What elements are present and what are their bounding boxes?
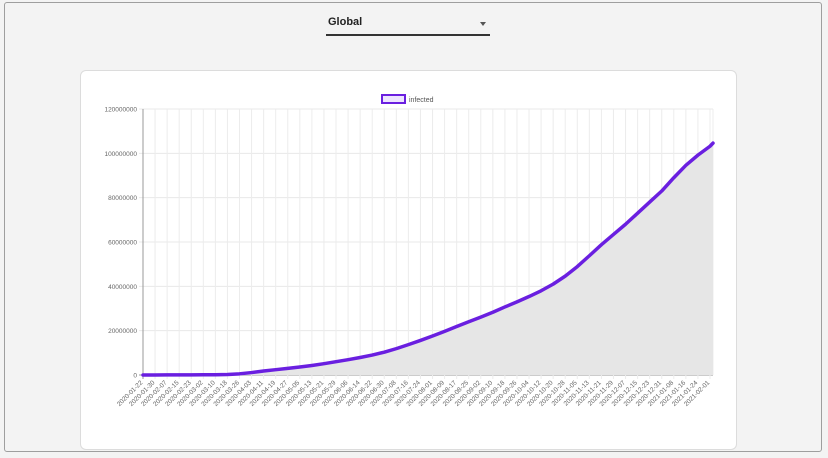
region-select[interactable]: Global (326, 14, 490, 36)
y-tick-label: 120000000 (104, 107, 137, 114)
y-tick-label: 60000000 (108, 240, 137, 247)
infection-chart: 0 20000000 40000000 60000000 80000000 1000000… (104, 94, 715, 408)
region-select-value: Global (328, 16, 363, 28)
chart-card: 0 20000000 40000000 60000000 80000000 1000000… (80, 70, 737, 450)
infected-area (143, 143, 713, 375)
legend-swatch-infected (381, 94, 406, 104)
y-tick-label: 0 (133, 373, 137, 380)
y-tick-label: 20000000 (108, 328, 137, 335)
chart-legend: infected (381, 94, 434, 104)
chevron-down-icon (480, 22, 486, 26)
legend-label-infected: infected (409, 97, 434, 104)
y-tick-label: 40000000 (108, 284, 137, 291)
y-tick-label: 80000000 (108, 195, 137, 202)
x-axis-ticks: 2020-01-222020-01-302020-02-072020-02-15… (116, 379, 712, 408)
y-tick-label: 100000000 (104, 151, 137, 158)
y-axis-ticks: 0 20000000 40000000 60000000 80000000 1000000… (104, 107, 137, 380)
